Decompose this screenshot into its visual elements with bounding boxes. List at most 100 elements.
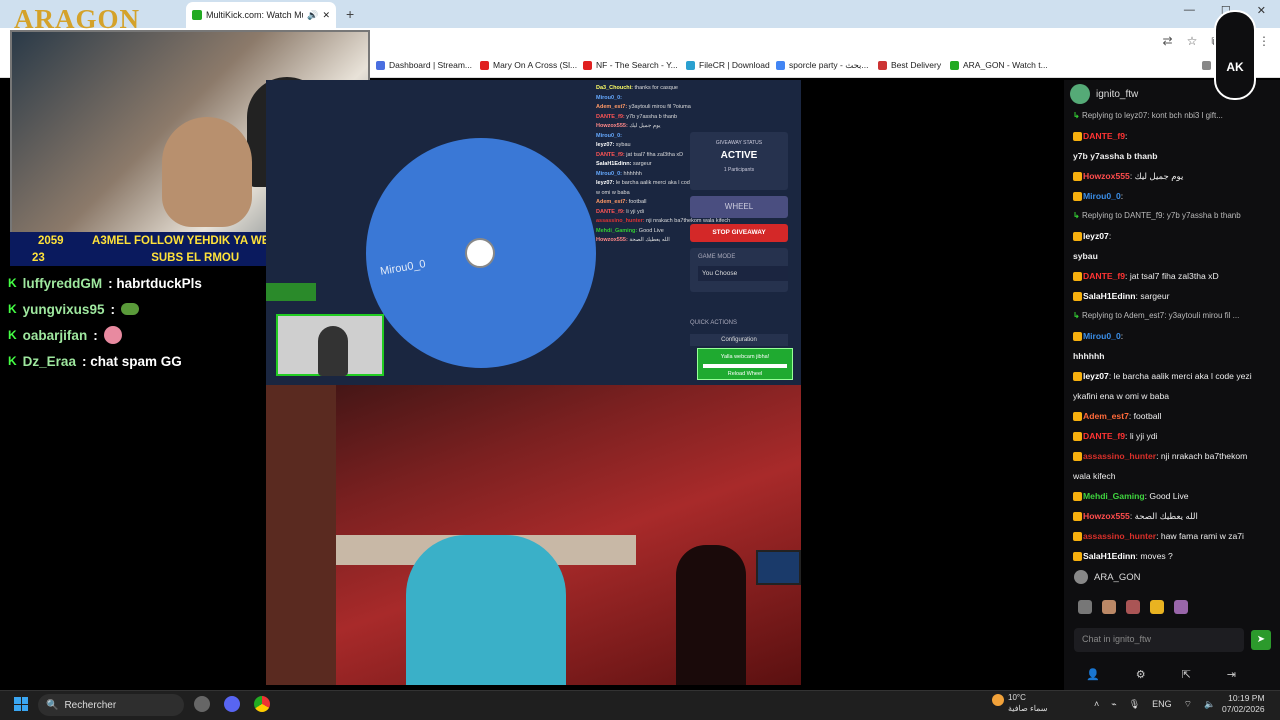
language-indicator[interactable]: ENG bbox=[1152, 699, 1172, 710]
browser-tab[interactable]: MultiKick.com: Watch Multi 🔊 ✕ bbox=[186, 2, 336, 28]
windows-start-icon[interactable] bbox=[14, 697, 28, 711]
weather-widget[interactable]: 10°C سماء صافية bbox=[992, 692, 1048, 714]
google-icon bbox=[776, 61, 785, 70]
new-tab-button[interactable]: + bbox=[346, 6, 354, 22]
emote-icon[interactable] bbox=[1078, 600, 1092, 614]
emote-icon[interactable] bbox=[1126, 600, 1140, 614]
chat-message-text: y7b y7assha b thanb bbox=[1073, 146, 1268, 166]
reply-text: Replying to DANTE_f9: y7b y7assha b than… bbox=[1081, 211, 1241, 220]
bookmark-filecr[interactable]: FileCR | Download bbox=[686, 60, 770, 70]
reply-text: Replying to Adem_est7: y3aytouli mirou f… bbox=[1081, 311, 1240, 320]
bookmark-icon bbox=[376, 60, 385, 70]
youtube-icon bbox=[480, 60, 489, 70]
chat-username[interactable]: assassino_hunter bbox=[1083, 531, 1156, 541]
message-text: يوم جميل ليك bbox=[1134, 171, 1184, 181]
volume-icon[interactable]: 🔈 bbox=[1204, 699, 1215, 710]
aragon-logo: ARAGON bbox=[14, 4, 140, 34]
mini-chat-msg: Good Live bbox=[638, 227, 664, 234]
bookmark-sporcle[interactable]: sporcle party - بحث... bbox=[776, 60, 869, 71]
message-text: sybau bbox=[1073, 251, 1098, 261]
chevron-up-icon[interactable]: ˄ bbox=[1094, 699, 1099, 710]
mini-chat-msg: thanks for casque bbox=[634, 85, 678, 91]
chat-input[interactable]: Chat in ignito_ftw bbox=[1074, 628, 1244, 652]
giveaway-status-label: GIVEAWAY STATUS bbox=[715, 140, 763, 146]
speaker-icon[interactable]: 🔊 bbox=[307, 10, 318, 21]
star-emote-icon[interactable] bbox=[1150, 600, 1164, 614]
chat-message-text: ykafini ena w omi w baba bbox=[1073, 386, 1268, 406]
chat-username[interactable]: Mehdi_Gaming bbox=[1083, 491, 1145, 501]
bookmark-best-delivery[interactable]: Best Delivery bbox=[878, 60, 941, 70]
ak-badge: AK bbox=[1214, 10, 1256, 100]
follow-goal-text: A3MEL FOLLOW YEHDIK YA WELDI bbox=[92, 234, 288, 247]
chat-message: Howzox555: يوم جميل ليك bbox=[1073, 166, 1268, 186]
emote-icon[interactable] bbox=[1174, 600, 1188, 614]
chat-username[interactable]: leyz07 bbox=[1083, 231, 1109, 241]
taskbar-search[interactable]: 🔍 Rechercher bbox=[38, 694, 184, 716]
chat-username[interactable]: leyz07 bbox=[1083, 371, 1109, 381]
webcam-alert-text: Yalla webcam jibha! bbox=[720, 354, 770, 360]
discord-icon[interactable] bbox=[224, 696, 240, 712]
chat-username[interactable]: assassino_hunter bbox=[1083, 451, 1156, 461]
chat-username[interactable]: Adem_est7 bbox=[1083, 411, 1129, 421]
badge-icon bbox=[1073, 192, 1082, 202]
channel-name[interactable]: ignito_ftw bbox=[1096, 89, 1138, 100]
message-text: li yji ydi bbox=[1129, 431, 1158, 441]
mini-chat-line: Adem_est7: y3aytouli mirou fil ?oiuma bbox=[596, 103, 736, 113]
reload-wheel-label: Reload Wheel bbox=[727, 371, 763, 377]
emote-icon[interactable] bbox=[1102, 600, 1116, 614]
add-user-icon[interactable]: 👤 bbox=[1086, 668, 1100, 681]
chat-username[interactable]: DANTE_f9 bbox=[1083, 131, 1125, 141]
badge-icon bbox=[1073, 292, 1082, 302]
clock[interactable]: 10:19 PM 07/02/2026 bbox=[1222, 693, 1265, 715]
exit-icon[interactable]: ⇥ bbox=[1227, 668, 1236, 681]
wheel-button: WHEEL bbox=[690, 196, 788, 218]
current-username[interactable]: ARA_GON bbox=[1094, 572, 1140, 583]
chat-username[interactable]: SalaH1Edinn bbox=[1083, 551, 1136, 561]
chrome-icon[interactable] bbox=[254, 696, 270, 712]
microphone-icon[interactable]: 🎙 bbox=[1129, 699, 1140, 710]
mini-chat-msg: jat tsal7 fiha zal3tha xD bbox=[626, 151, 684, 158]
channel-avatar bbox=[1070, 84, 1090, 104]
bookmark-dashboard[interactable]: Dashboard | Stream... bbox=[376, 60, 472, 70]
chat-username[interactable]: Mirou0_0 bbox=[1083, 331, 1121, 341]
chat-username[interactable]: Howzox555 bbox=[1083, 171, 1130, 181]
reply-text: Replying to leyz07: kont bch nbi3 l gift… bbox=[1081, 111, 1223, 120]
popout-icon[interactable]: ⇱ bbox=[1182, 668, 1191, 681]
chat-message: Mirou0_0: bbox=[1073, 186, 1268, 206]
translate-icon[interactable]: ⇄ bbox=[1163, 34, 1173, 49]
close-tab-icon[interactable]: ✕ bbox=[322, 10, 330, 21]
game-mode-label: GAME MODE bbox=[698, 254, 736, 260]
chat-username[interactable]: DANTE_f9 bbox=[1083, 271, 1125, 281]
chat-username[interactable]: Mirou0_0 bbox=[1083, 191, 1121, 201]
bookmark-nf[interactable]: NF - The Search - Y... bbox=[583, 60, 678, 70]
reply-arrow-icon: ↳ bbox=[1073, 211, 1082, 220]
badge-icon bbox=[1073, 452, 1082, 462]
chat-username[interactable]: Howzox555 bbox=[1083, 511, 1130, 521]
copilot-icon[interactable] bbox=[194, 696, 210, 712]
bookmark-mary[interactable]: Mary On A Cross (Sl... bbox=[480, 60, 577, 70]
network-icon[interactable]: ⌁ bbox=[1111, 699, 1116, 710]
kick-badge-icon: K bbox=[8, 302, 17, 316]
chat-message: DANTE_f9: bbox=[1073, 126, 1268, 146]
chat-username[interactable]: DANTE_f9 bbox=[1083, 431, 1125, 441]
close-window-icon[interactable]: ✕ bbox=[1257, 4, 1266, 17]
gear-icon[interactable]: ⚙ bbox=[1136, 668, 1146, 681]
send-button[interactable]: ➤ bbox=[1251, 630, 1271, 650]
minimize-icon[interactable]: — bbox=[1184, 4, 1195, 17]
mini-chat-user: Adem_est7: bbox=[596, 104, 628, 110]
message-text: wala kifech bbox=[1073, 471, 1116, 481]
mini-chat-msg: sybau bbox=[615, 142, 631, 148]
weather-temp: 10°C bbox=[1008, 693, 1026, 702]
stop-giveaway-button: STOP GIVEAWAY bbox=[690, 224, 788, 242]
menu-icon[interactable]: ⋮ bbox=[1258, 34, 1270, 49]
star-icon[interactable]: ☆ bbox=[1187, 34, 1198, 49]
message-text: hhhhhh bbox=[1073, 351, 1105, 361]
bookmark-aragon[interactable]: ARA_GON - Watch t... bbox=[950, 60, 1048, 70]
message-text: y7b y7assha b thanb bbox=[1073, 151, 1158, 161]
webcam-alert: Yalla webcam jibha! Reload Wheel bbox=[697, 348, 793, 380]
wifi-icon[interactable]: ⌔ bbox=[1184, 699, 1192, 710]
badge-icon bbox=[1073, 372, 1082, 382]
mini-chat-user: DANTE_f9: bbox=[596, 208, 625, 215]
chat-username[interactable]: SalaH1Edinn bbox=[1083, 291, 1136, 301]
chat-reply-context: ↳ Replying to DANTE_f9: y7b y7assha b th… bbox=[1073, 206, 1268, 226]
